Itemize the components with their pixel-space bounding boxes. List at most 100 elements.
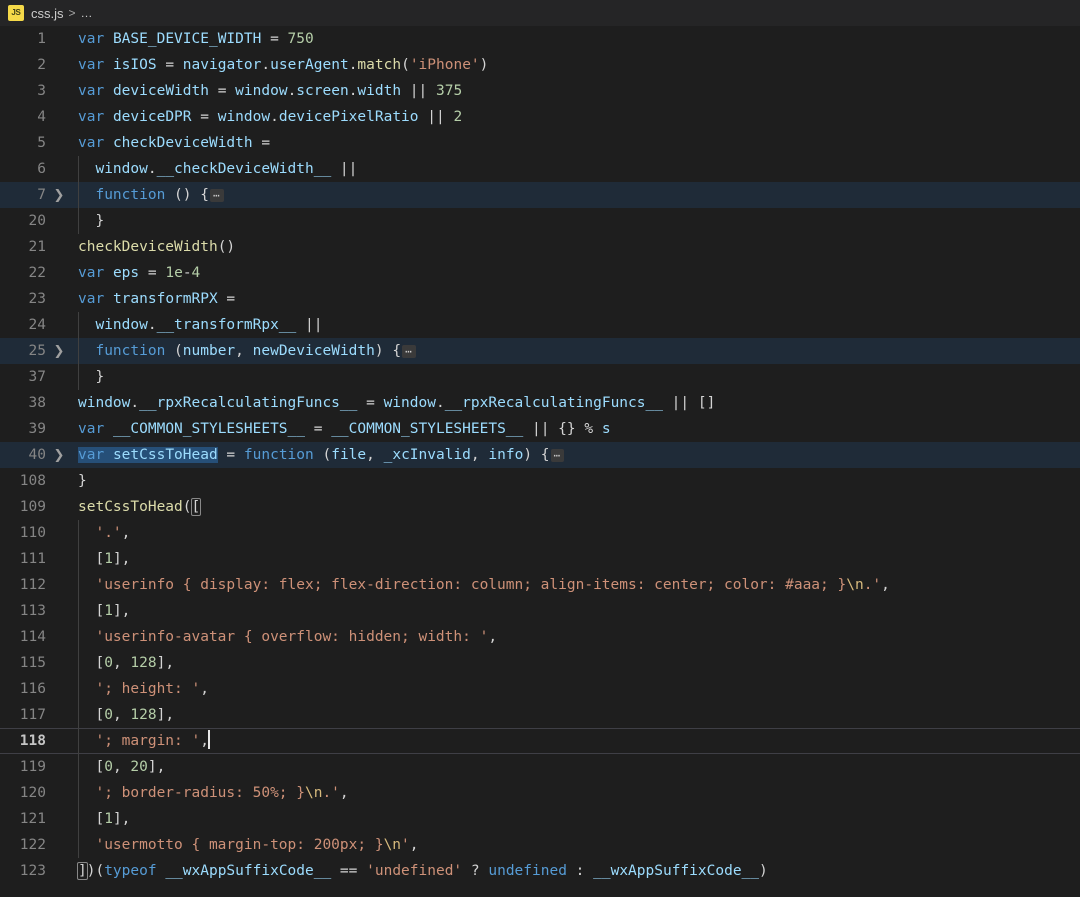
code-line[interactable]: 120 '; border-radius: 50%; }\n.',	[0, 780, 1080, 806]
code-text[interactable]: var setCssToHead = function (file, _xcIn…	[72, 442, 1080, 468]
line-number: 109	[19, 499, 46, 515]
code-line[interactable]: 115 [0, 128],	[0, 650, 1080, 676]
code-line[interactable]: 3 var deviceWidth = window.screen.width |…	[0, 78, 1080, 104]
code-text[interactable]: ])(typeof __wxAppSuffixCode__ == 'undefi…	[72, 858, 1080, 884]
code-text[interactable]: [1],	[72, 806, 1080, 832]
code-line[interactable]: 6 window.__checkDeviceWidth__ ||	[0, 156, 1080, 182]
code-text[interactable]: 'usermotto { margin-top: 200px; }\n',	[72, 832, 1080, 858]
code-line[interactable]: 112 'userinfo { display: flex; flex-dire…	[0, 572, 1080, 598]
code-text[interactable]: [1],	[72, 546, 1080, 572]
code-line[interactable]: 123])(typeof __wxAppSuffixCode__ == 'und…	[0, 858, 1080, 884]
line-number: 119	[19, 759, 46, 775]
code-line[interactable]: 121 [1],	[0, 806, 1080, 832]
line-number: 1	[37, 31, 46, 47]
code-text[interactable]: '; border-radius: 50%; }\n.',	[72, 780, 1080, 806]
code-line[interactable]: 21 checkDeviceWidth()	[0, 234, 1080, 260]
code-tokens: var __COMMON_STYLESHEETS__ = __COMMON_ST…	[78, 421, 611, 437]
code-tokens: var deviceWidth = window.screen.width ||…	[78, 83, 463, 99]
code-line[interactable]: 108}	[0, 468, 1080, 494]
code-text[interactable]: window.__transformRpx__ ||	[72, 312, 1080, 338]
fold-chevron-right-icon[interactable]: ❯	[46, 188, 72, 203]
gutter: 120	[0, 780, 72, 806]
gutter: 5	[0, 130, 72, 156]
gutter: 111	[0, 546, 72, 572]
gutter: 38	[0, 390, 72, 416]
line-number: 4	[37, 109, 46, 125]
code-text[interactable]: checkDeviceWidth()	[72, 234, 1080, 260]
code-line[interactable]: 117 [0, 128],	[0, 702, 1080, 728]
code-tokens: }	[78, 213, 105, 229]
code-text[interactable]: function () {⋯	[72, 182, 1080, 208]
code-line[interactable]: 7 ❯ function () {⋯	[0, 182, 1080, 208]
code-text[interactable]: '; margin: ',	[72, 728, 1080, 754]
line-number: 110	[19, 525, 46, 541]
code-line[interactable]: 39 var __COMMON_STYLESHEETS__ = __COMMON_…	[0, 416, 1080, 442]
fold-chevron-right-icon[interactable]: ❯	[46, 344, 72, 359]
code-line[interactable]: 37 }	[0, 364, 1080, 390]
code-text[interactable]: }	[72, 364, 1080, 390]
code-text[interactable]: 'userinfo { display: flex; flex-directio…	[72, 572, 1080, 598]
line-number: 39	[28, 421, 46, 437]
code-line[interactable]: 2 var isIOS = navigator.userAgent.match('…	[0, 52, 1080, 78]
code-line[interactable]: 118 '; margin: ',	[0, 728, 1080, 754]
code-text[interactable]: var deviceWidth = window.screen.width ||…	[72, 78, 1080, 104]
code-tokens: [1],	[78, 551, 131, 567]
code-text[interactable]: '; height: ',	[72, 676, 1080, 702]
code-line[interactable]: 109 setCssToHead([	[0, 494, 1080, 520]
code-line[interactable]: 114 'userinfo-avatar { overflow: hidden;…	[0, 624, 1080, 650]
code-text[interactable]: [0, 128],	[72, 702, 1080, 728]
code-line[interactable]: 22 var eps = 1e-4	[0, 260, 1080, 286]
code-line[interactable]: 4 var deviceDPR = window.devicePixelRatio…	[0, 104, 1080, 130]
line-number: 116	[19, 681, 46, 697]
code-text[interactable]: var deviceDPR = window.devicePixelRatio …	[72, 104, 1080, 130]
code-text[interactable]: var isIOS = navigator.userAgent.match('i…	[72, 52, 1080, 78]
breadcrumb-file-name[interactable]: css.js	[31, 6, 64, 21]
code-text[interactable]: setCssToHead([	[72, 494, 1080, 520]
code-text[interactable]: var BASE_DEVICE_WIDTH = 750	[72, 26, 1080, 52]
code-text[interactable]: '.',	[72, 520, 1080, 546]
code-line[interactable]: 23 var transformRPX =	[0, 286, 1080, 312]
code-text[interactable]: window.__checkDeviceWidth__ ||	[72, 156, 1080, 182]
code-line[interactable]: 119 [0, 20],	[0, 754, 1080, 780]
code-text[interactable]: var eps = 1e-4	[72, 260, 1080, 286]
code-tokens: [1],	[78, 603, 131, 619]
code-text[interactable]: 'userinfo-avatar { overflow: hidden; wid…	[72, 624, 1080, 650]
code-text[interactable]: [1],	[72, 598, 1080, 624]
gutter: 112	[0, 572, 72, 598]
code-text[interactable]: function (number, newDeviceWidth) {⋯	[72, 338, 1080, 364]
gutter: 7 ❯	[0, 182, 72, 208]
fold-chevron-right-icon[interactable]: ❯	[46, 448, 72, 463]
gutter: 25 ❯	[0, 338, 72, 364]
code-text[interactable]: var transformRPX =	[72, 286, 1080, 312]
code-text[interactable]: window.__rpxRecalculatingFuncs__ = windo…	[72, 390, 1080, 416]
code-text[interactable]: }	[72, 208, 1080, 234]
code-line[interactable]: 122 'usermotto { margin-top: 200px; }\n'…	[0, 832, 1080, 858]
code-text[interactable]: var __COMMON_STYLESHEETS__ = __COMMON_ST…	[72, 416, 1080, 442]
code-text[interactable]: [0, 128],	[72, 650, 1080, 676]
code-editor[interactable]: 1 var BASE_DEVICE_WIDTH = 750 2 var isIOS =…	[0, 26, 1080, 897]
code-line[interactable]: 40 ❯ var setCssToHead = function (file, _x…	[0, 442, 1080, 468]
code-tokens: setCssToHead([	[78, 498, 202, 516]
folded-region-ellipsis[interactable]: ⋯	[209, 189, 224, 202]
code-tokens: checkDeviceWidth()	[78, 239, 236, 255]
code-line[interactable]: 5 var checkDeviceWidth =	[0, 130, 1080, 156]
folded-region-ellipsis[interactable]: ⋯	[402, 345, 416, 358]
gutter: 113	[0, 598, 72, 624]
folded-region-ellipsis[interactable]: ⋯	[550, 449, 565, 462]
code-line[interactable]: 25 ❯ function (number, newDeviceWidth) {⋯	[0, 338, 1080, 364]
code-line[interactable]: 113 [1],	[0, 598, 1080, 624]
breadcrumb-overflow[interactable]: …	[81, 6, 94, 20]
code-line[interactable]: 24 window.__transformRpx__ ||	[0, 312, 1080, 338]
code-text[interactable]: var checkDeviceWidth =	[72, 130, 1080, 156]
code-line[interactable]: 110 '.',	[0, 520, 1080, 546]
code-line[interactable]: 38 window.__rpxRecalculatingFuncs__ = win…	[0, 390, 1080, 416]
code-text[interactable]: }	[72, 468, 1080, 494]
code-line[interactable]: 20 }	[0, 208, 1080, 234]
gutter: 121	[0, 806, 72, 832]
code-line[interactable]: 116 '; height: ',	[0, 676, 1080, 702]
code-line[interactable]: 1 var BASE_DEVICE_WIDTH = 750	[0, 26, 1080, 52]
code-line[interactable]: 111 [1],	[0, 546, 1080, 572]
gutter: 39	[0, 416, 72, 442]
code-text[interactable]: [0, 20],	[72, 754, 1080, 780]
gutter: 40 ❯	[0, 442, 72, 468]
